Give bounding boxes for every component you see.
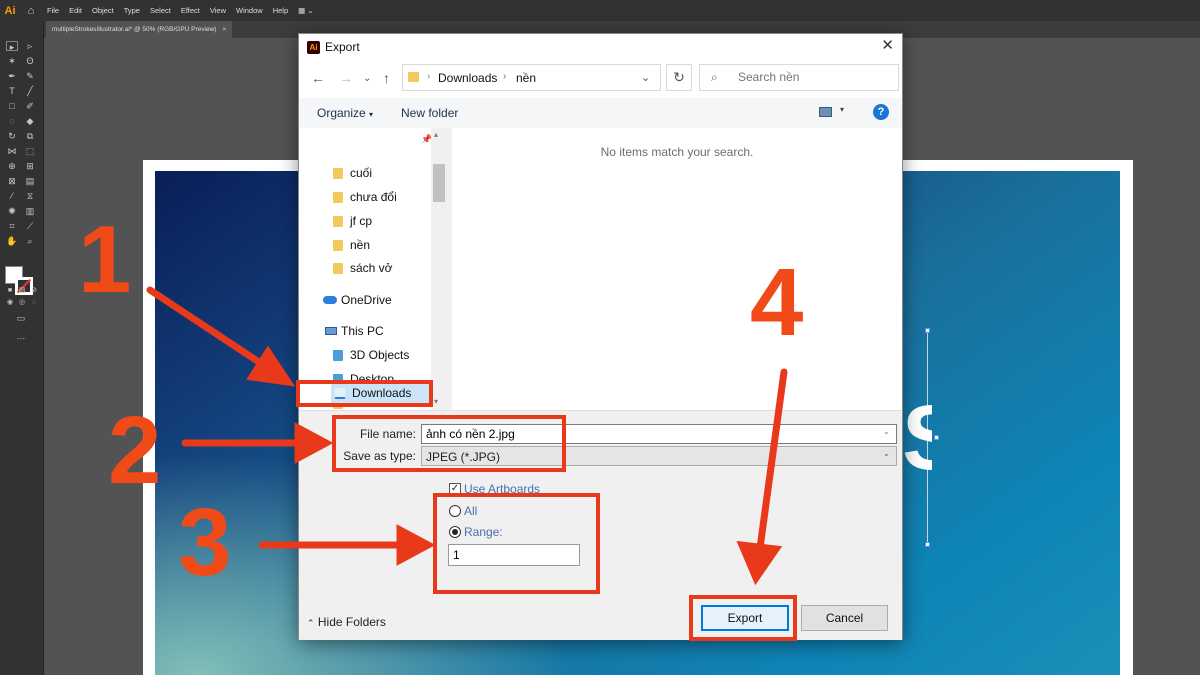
annotation-arrowhead-3 bbox=[396, 524, 436, 566]
annotation-arrowhead-1 bbox=[246, 345, 296, 387]
annotation-arrows bbox=[146, 286, 788, 586]
annotation-arrow-1 bbox=[146, 286, 272, 372]
annotation-arrowhead-4 bbox=[736, 540, 783, 586]
annotation-arrow-4 bbox=[756, 368, 788, 552]
annotation-arrowhead-2 bbox=[294, 422, 334, 464]
